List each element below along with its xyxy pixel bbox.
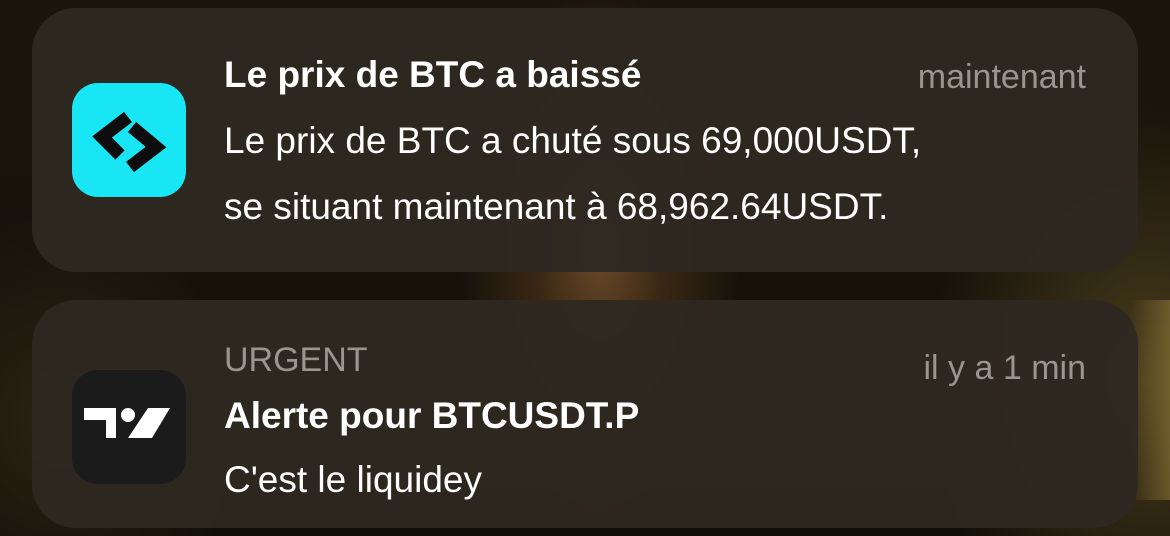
notification-title: Le prix de BTC a baissé	[224, 54, 642, 95]
notification-tradingview-alert[interactable]: URGENT il y a 1 min Alerte pour BTCUSDT.…	[32, 300, 1138, 528]
notification-btc-price[interactable]: Le prix de BTC a baissé maintenant Le pr…	[32, 8, 1138, 272]
notification-body-line-2: se situant maintenant à 68,962.64USDT.	[224, 186, 889, 227]
notification-time: maintenant	[917, 58, 1086, 96]
bitget-logo-icon	[72, 83, 186, 197]
notification-title: Alerte pour BTCUSDT.P	[224, 395, 640, 436]
notification-time: il y a 1 min	[923, 349, 1087, 387]
urgent-label: URGENT	[224, 341, 368, 379]
notification-body-line-1: Le prix de BTC a chuté sous 69,000USDT,	[224, 120, 922, 161]
notification-body: C'est le liquidey	[224, 459, 482, 500]
tradingview-logo-icon	[72, 370, 186, 484]
